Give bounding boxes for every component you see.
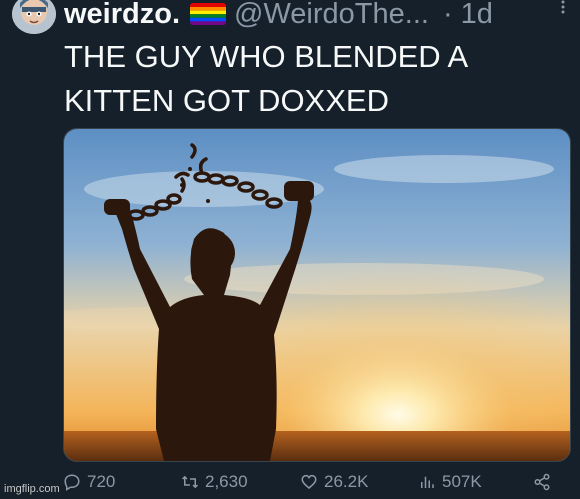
- freedom-silhouette-image: [64, 129, 570, 461]
- views-chart-icon: [421, 476, 434, 488]
- imgflip-watermark: imgflip.com: [4, 483, 60, 495]
- display-name[interactable]: weirdzo.: [64, 0, 180, 31]
- share-icon: [534, 473, 550, 491]
- like-count: 26.2K: [324, 472, 369, 491]
- avatar[interactable]: [12, 0, 56, 34]
- tweet-media[interactable]: [63, 128, 571, 462]
- like-button[interactable]: 26.2K: [300, 472, 368, 492]
- user-handle[interactable]: @WeirdoThe...: [234, 0, 429, 31]
- view-count: 507K: [442, 472, 482, 491]
- avatar-image: [12, 0, 56, 34]
- share-button[interactable]: [533, 473, 557, 491]
- tweet-text: THE GUY WHO BLENDED A KITTEN GOT DOXXED: [64, 39, 467, 118]
- tweet-actions: 720 2,630 26.2K 507K: [63, 470, 557, 494]
- tweet-header: weirdzo. @WeirdoThe... · 1d: [64, 0, 493, 34]
- more-dots-icon[interactable]: [560, 0, 566, 17]
- views-button[interactable]: 507K: [418, 472, 482, 492]
- retweet-count: 2,630: [205, 472, 248, 491]
- tweet: weirdzo. @WeirdoThe... · 1d THE GUY WHO …: [0, 0, 580, 499]
- reply-button[interactable]: 720: [63, 472, 115, 492]
- retweet-icon: [181, 475, 199, 489]
- pride-flag-icon: [190, 3, 227, 25]
- tweet-time[interactable]: · 1d: [443, 0, 493, 31]
- reply-icon: [64, 474, 80, 491]
- heart-icon: [301, 474, 317, 489]
- reply-count: 720: [87, 472, 116, 491]
- retweet-button[interactable]: 2,630: [181, 472, 248, 492]
